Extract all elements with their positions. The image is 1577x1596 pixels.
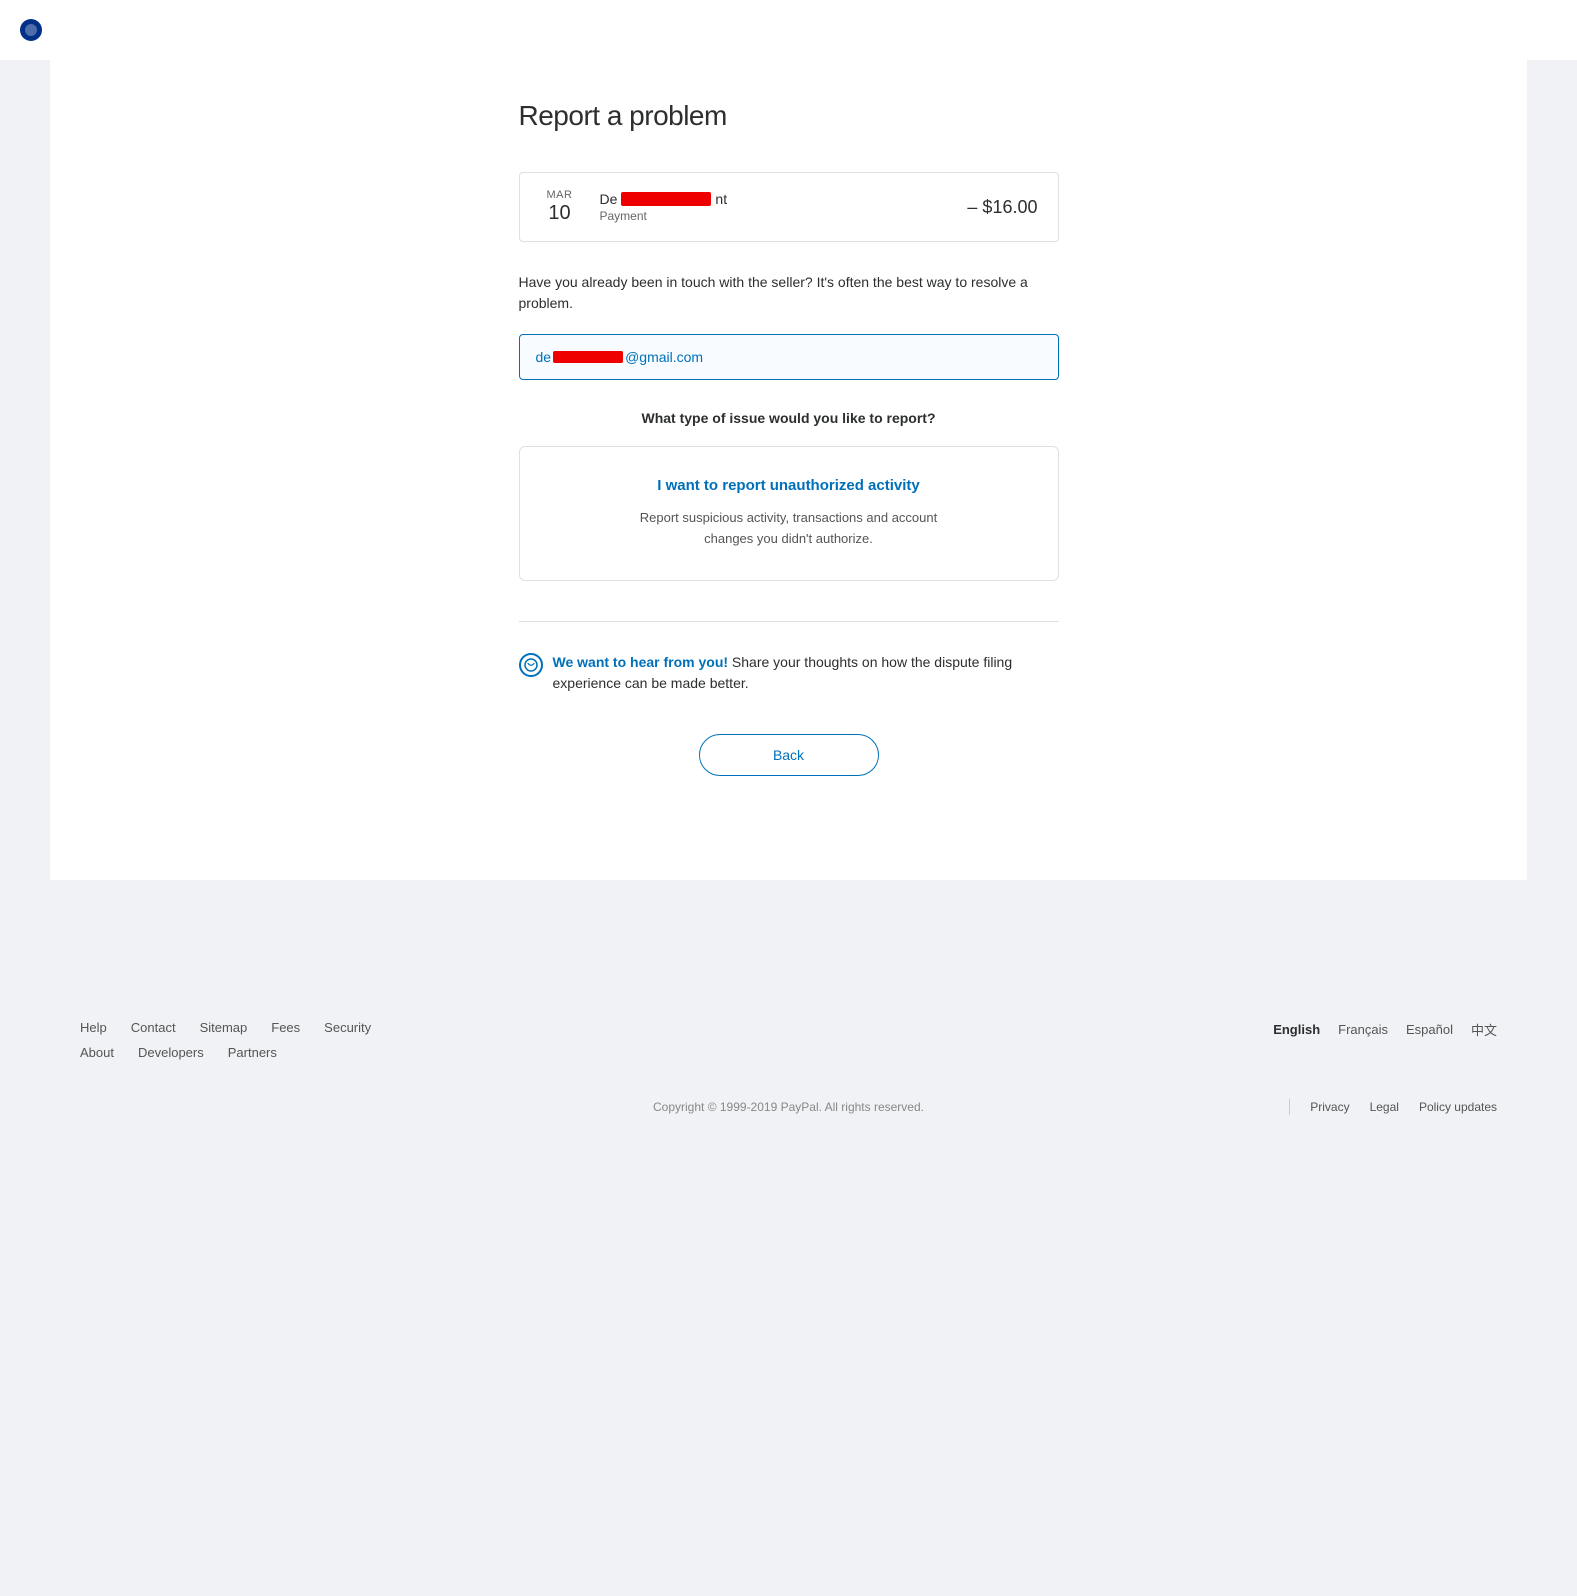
divider: [519, 621, 1059, 622]
footer-lang-francais[interactable]: Français: [1338, 1022, 1388, 1037]
back-button[interactable]: Back: [699, 734, 879, 776]
transaction-date: MAR 10: [540, 189, 580, 225]
paypal-logo: [20, 19, 42, 41]
transaction-name-suffix: nt: [715, 191, 727, 207]
footer-link-partners[interactable]: Partners: [228, 1045, 277, 1060]
email-suffix: @gmail.com: [625, 349, 703, 365]
seller-question: Have you already been in touch with the …: [519, 272, 1059, 314]
transaction-card: MAR 10 De nt Payment – $16.00: [519, 172, 1059, 242]
footer-link-contact[interactable]: Contact: [131, 1020, 176, 1035]
footer-links-row2: About Developers Partners: [80, 1045, 371, 1060]
feedback-icon: [519, 653, 543, 677]
transaction-amount: – $16.00: [967, 197, 1037, 218]
footer-lang-english[interactable]: English: [1273, 1022, 1320, 1037]
issue-card-description: Report suspicious activity, transactions…: [639, 508, 939, 550]
feedback-text: We want to hear from you! Share your tho…: [553, 652, 1059, 694]
main-card: Report a problem MAR 10 De nt Payment – …: [50, 60, 1527, 880]
transaction-day: 10: [540, 201, 580, 225]
footer-link-policy-updates[interactable]: Policy updates: [1419, 1100, 1497, 1114]
footer-lang-chinese[interactable]: 中文: [1471, 1020, 1497, 1039]
copyright: Copyright © 1999-2019 PayPal. All rights…: [80, 1100, 1497, 1114]
footer-link-fees[interactable]: Fees: [271, 1020, 300, 1035]
feedback-section: We want to hear from you! Share your tho…: [519, 652, 1059, 694]
footer-links-left: Help Contact Sitemap Fees Security About…: [80, 1020, 371, 1060]
footer-links-row1: Help Contact Sitemap Fees Security: [80, 1020, 371, 1035]
footer-link-developers[interactable]: Developers: [138, 1045, 204, 1060]
footer-link-help[interactable]: Help: [80, 1020, 107, 1035]
transaction-month: MAR: [540, 189, 580, 201]
transaction-type: Payment: [600, 209, 968, 223]
email-redacted: [553, 351, 623, 363]
feedback-highlight: We want to hear from you!: [553, 654, 729, 670]
issue-card[interactable]: I want to report unauthorized activity R…: [519, 446, 1059, 581]
footer-link-about[interactable]: About: [80, 1045, 114, 1060]
page-title: Report a problem: [519, 100, 1059, 132]
footer-lang-espanol[interactable]: Español: [1406, 1022, 1453, 1037]
seller-email: de @gmail.com: [536, 349, 1042, 365]
issue-question: What type of issue would you like to rep…: [519, 410, 1059, 426]
redacted-name: [621, 192, 711, 206]
footer-links-row: Help Contact Sitemap Fees Security About…: [80, 1020, 1497, 1060]
footer-link-sitemap[interactable]: Sitemap: [200, 1020, 248, 1035]
footer-divider: [1289, 1099, 1290, 1115]
transaction-name-prefix: De: [600, 191, 618, 207]
spacer: [0, 880, 1577, 980]
content-area: Report a problem MAR 10 De nt Payment – …: [499, 100, 1079, 776]
footer-bottom-links: Privacy Legal Policy updates: [1289, 1099, 1497, 1115]
footer-language-group: English Français Español 中文: [1273, 1020, 1497, 1039]
footer-bottom: Copyright © 1999-2019 PayPal. All rights…: [80, 1090, 1497, 1114]
seller-email-box: de @gmail.com: [519, 334, 1059, 380]
footer-link-legal[interactable]: Legal: [1370, 1100, 1399, 1114]
transaction-info: De nt Payment: [600, 191, 968, 223]
footer-link-privacy[interactable]: Privacy: [1310, 1100, 1349, 1114]
issue-card-title: I want to report unauthorized activity: [540, 477, 1038, 494]
transaction-name: De nt: [600, 191, 968, 207]
email-prefix: de: [536, 349, 552, 365]
footer: Help Contact Sitemap Fees Security About…: [0, 980, 1577, 1144]
footer-link-security[interactable]: Security: [324, 1020, 371, 1035]
top-bar: [0, 0, 1577, 60]
